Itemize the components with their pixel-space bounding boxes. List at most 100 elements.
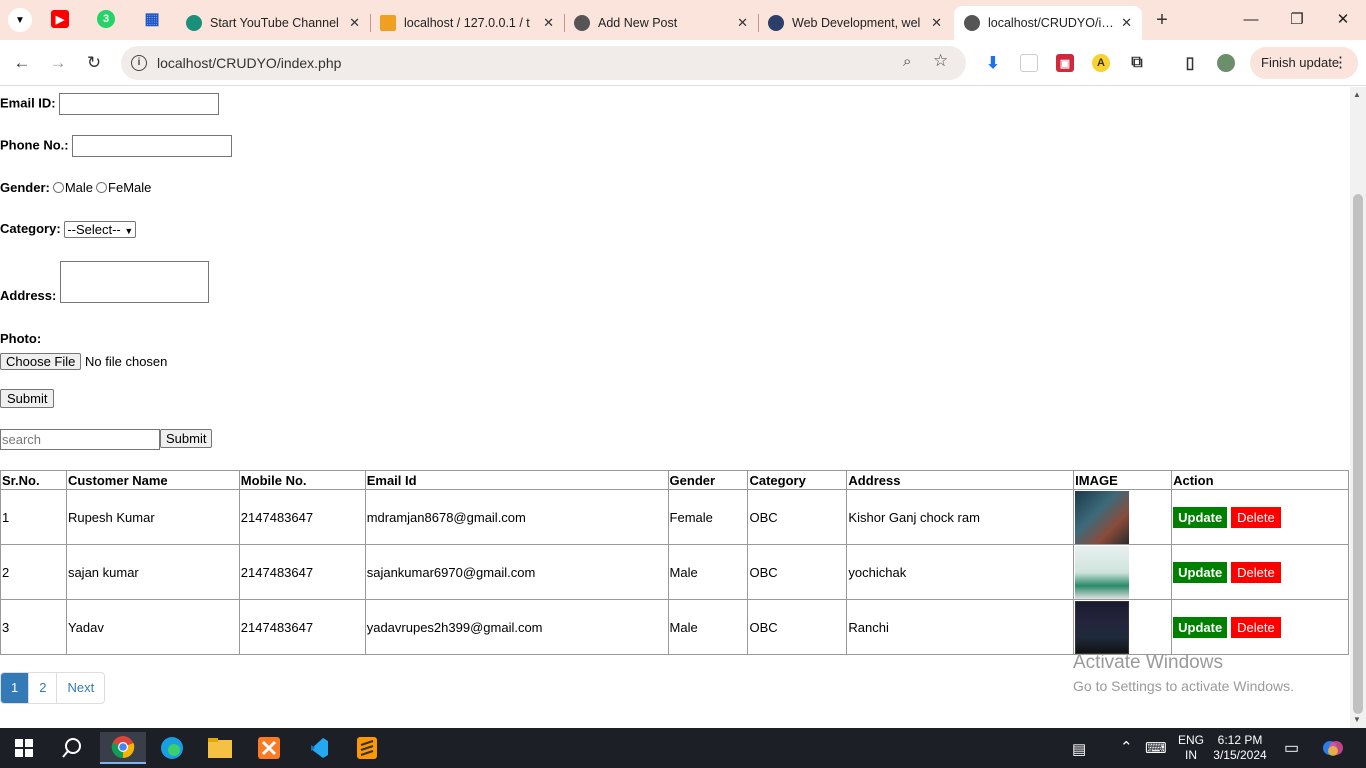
- column-header: Customer Name: [65, 470, 240, 490]
- apps-grid-icon[interactable]: ▦: [143, 10, 161, 28]
- tab-crudyo-active[interactable]: localhost/CRUDYO/inde ✕: [954, 6, 1142, 40]
- category-select[interactable]: --Select-- ▼: [64, 221, 137, 239]
- tab-phpmyadmin[interactable]: localhost / 127.0.0.1 / t ✕: [370, 6, 564, 40]
- puzzle-icon[interactable]: ⧉: [1128, 54, 1146, 72]
- delete-button[interactable]: Delete: [1231, 616, 1281, 638]
- windows-taskbar: ▤ ⌃ ⌨ ENG IN 6:12 PM 3/15/2024 ▭: [0, 728, 1366, 768]
- sublime-text-icon[interactable]: [347, 732, 387, 764]
- vscode-icon[interactable]: [298, 732, 338, 764]
- gender-row: Gender: Male FeMale: [0, 180, 151, 195]
- info-icon[interactable]: i: [131, 55, 147, 71]
- cell-name: sajan kumar: [65, 544, 240, 600]
- avatar[interactable]: [1217, 54, 1235, 72]
- phone-field[interactable]: [72, 135, 233, 157]
- finish-update-button[interactable]: Finish update ⋮: [1250, 47, 1358, 79]
- reload-icon[interactable]: ↻: [82, 51, 106, 75]
- column-header: Mobile No.: [238, 470, 366, 490]
- close-icon[interactable]: ✕: [737, 15, 748, 31]
- tab-add-new-post[interactable]: Add New Post ✕: [564, 6, 758, 40]
- email-label: Email ID:: [0, 95, 56, 111]
- keyboard-icon[interactable]: ⌨: [1145, 739, 1167, 757]
- tab-search-button[interactable]: ▼: [8, 8, 32, 32]
- whatsapp-pinned-tab-icon[interactable]: 3: [97, 10, 115, 28]
- scroll-down-icon[interactable]: ▼: [1353, 715, 1361, 724]
- tab-label: Add New Post: [598, 16, 678, 30]
- chevron-down-icon: ▼: [15, 14, 25, 26]
- gender-female-radio[interactable]: [96, 182, 108, 193]
- image-extension-icon[interactable]: ▣: [1056, 54, 1074, 72]
- update-button[interactable]: Update: [1173, 506, 1228, 528]
- activate-windows-watermark: Activate Windows Go to Settings to activ…: [1073, 652, 1294, 694]
- submit-button[interactable]: Submit: [0, 389, 55, 408]
- restore-button[interactable]: ❐: [1282, 8, 1312, 32]
- edge-taskbar-icon[interactable]: [152, 732, 192, 764]
- page-link-1[interactable]: 1: [1, 673, 29, 703]
- extension-a-icon[interactable]: A: [1092, 54, 1110, 72]
- zoom-icon[interactable]: ⌕: [903, 53, 911, 70]
- tab-web-development[interactable]: Web Development, wel ✕: [758, 6, 952, 40]
- file-explorer-icon[interactable]: [200, 732, 240, 764]
- delete-button[interactable]: Delete: [1231, 561, 1281, 583]
- notifications-icon[interactable]: ▭: [1284, 738, 1299, 758]
- close-icon[interactable]: ✕: [543, 15, 554, 31]
- search-icon[interactable]: [52, 732, 92, 764]
- scroll-up-icon[interactable]: ▲: [1353, 90, 1361, 99]
- update-button[interactable]: Update: [1173, 616, 1228, 638]
- windows-start-icon[interactable]: [4, 732, 44, 764]
- language-indicator[interactable]: ENG IN: [1178, 733, 1204, 763]
- page-link-2[interactable]: 2: [28, 673, 56, 703]
- customer-photo: [1075, 600, 1130, 654]
- column-header: Gender: [667, 470, 749, 490]
- minimize-button[interactable]: —: [1236, 8, 1266, 32]
- tab-label: localhost / 127.0.0.1 / t: [404, 16, 530, 30]
- star-icon[interactable]: ☆: [933, 51, 948, 71]
- cell-mobile: 2147483647: [238, 489, 366, 545]
- youtube-pinned-tab-icon[interactable]: ▶: [51, 10, 69, 28]
- phone-label: Phone No.:: [0, 137, 69, 153]
- forward-arrow-icon[interactable]: →: [46, 51, 70, 75]
- close-icon[interactable]: ✕: [931, 15, 942, 31]
- page-content: Email ID: Phone No.: Gender: Male FeMale C…: [0, 87, 1350, 728]
- clock[interactable]: 6:12 PM 3/15/2024: [1212, 733, 1268, 763]
- update-button[interactable]: Update: [1173, 561, 1228, 583]
- cell-address: Ranchi: [846, 599, 1075, 655]
- gender-male-radio[interactable]: [52, 182, 64, 193]
- browser-toolbar: ← → ↻ i localhost/CRUDYO/index.php ⌕ ☆ ⬇…: [0, 40, 1366, 86]
- back-arrow-icon[interactable]: ←: [10, 51, 34, 75]
- copilot-icon[interactable]: [1322, 737, 1344, 762]
- xampp-icon[interactable]: [249, 732, 289, 764]
- chrome-taskbar-icon[interactable]: [100, 732, 146, 764]
- choose-file-button[interactable]: Choose File: [0, 353, 82, 370]
- close-window-button[interactable]: ✕: [1328, 8, 1358, 32]
- search-submit-button[interactable]: Submit: [160, 429, 213, 448]
- download-icon[interactable]: ⬇: [984, 54, 1002, 72]
- chevron-up-icon[interactable]: ⌃: [1120, 738, 1133, 756]
- tab-label: localhost/CRUDYO/inde: [988, 16, 1116, 30]
- chatgpt-icon: [186, 15, 202, 31]
- calendar-extension-icon[interactable]: [1020, 54, 1038, 72]
- new-tab-button[interactable]: +: [1150, 8, 1174, 32]
- cell-gender: Male: [667, 544, 749, 600]
- gender-male-label: Male: [64, 180, 94, 195]
- side-panel-icon[interactable]: ▯: [1181, 54, 1199, 72]
- cell-mobile: 2147483647: [238, 544, 366, 600]
- next-link[interactable]: Next: [56, 673, 104, 703]
- tab-youtube-channel[interactable]: Start YouTube Channel ✕: [176, 6, 370, 40]
- address-bar[interactable]: i localhost/CRUDYO/index.php ⌕ ☆: [121, 46, 966, 80]
- tab-label: Web Development, wel: [792, 16, 921, 30]
- email-field[interactable]: [59, 93, 220, 115]
- close-icon[interactable]: ✕: [1121, 15, 1132, 31]
- vertical-scrollbar[interactable]: ▲ ▼: [1350, 87, 1366, 728]
- column-header: Category: [747, 470, 848, 490]
- photo-label: Photo:: [0, 331, 42, 346]
- cell-email: yadavrupes2h399@gmail.com: [364, 599, 669, 655]
- address-textarea[interactable]: [59, 261, 209, 303]
- region-code: IN: [1185, 748, 1197, 762]
- delete-button[interactable]: Delete: [1231, 506, 1281, 528]
- url-text[interactable]: localhost/CRUDYO/index.php: [157, 55, 341, 71]
- search-input[interactable]: search: [0, 429, 160, 450]
- close-icon[interactable]: ✕: [349, 15, 360, 31]
- scrollbar-thumb[interactable]: [1353, 194, 1363, 714]
- submit-row: Submit: [0, 389, 55, 408]
- task-view-icon[interactable]: ▤: [1072, 740, 1086, 758]
